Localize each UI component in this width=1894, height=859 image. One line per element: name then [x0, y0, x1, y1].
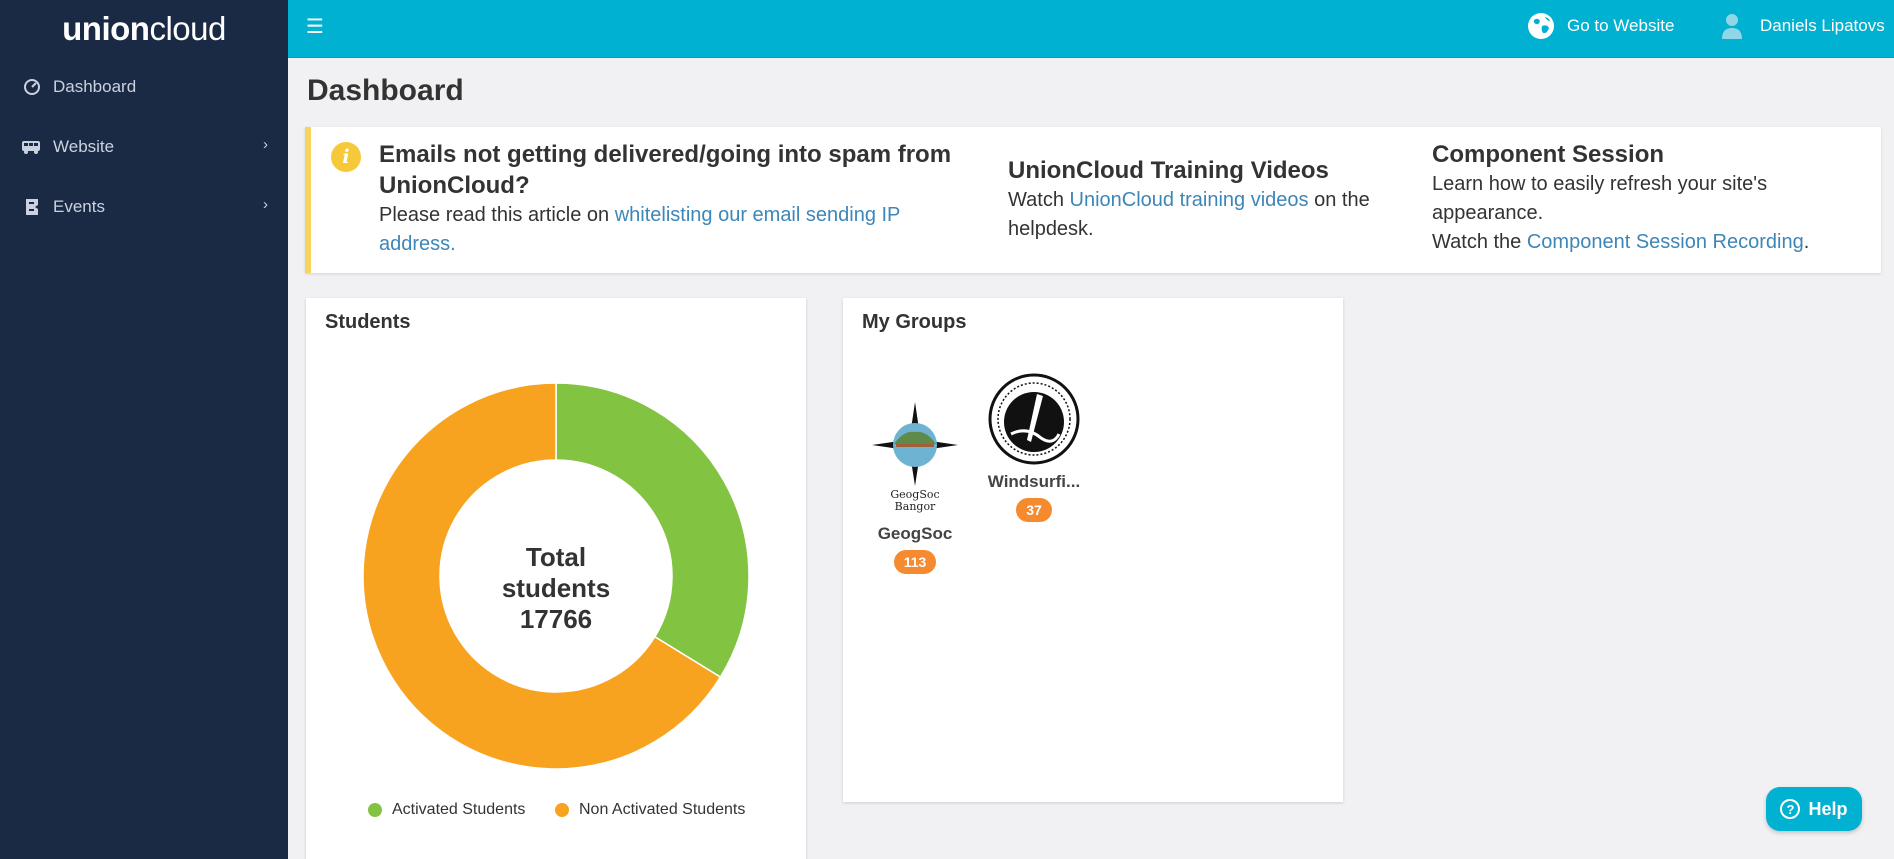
group-member-count-badge: 113 — [893, 550, 937, 574]
info-icon: i — [331, 142, 361, 172]
group-item-windsurfing[interactable]: Windsurfi... 37 — [984, 372, 1084, 522]
group-name: GeogSoc — [877, 524, 953, 543]
group-item-geogsoc[interactable]: GeogSoc Bangor GeogSoc 113 — [868, 398, 962, 574]
user-name: Daniels Lipatovs — [1760, 16, 1885, 35]
notice-email-text-before: Please read this article on — [379, 204, 615, 226]
user-menu[interactable]: Daniels Lipatovs — [1721, 6, 1885, 46]
events-ticket-icon — [20, 197, 44, 217]
geogsoc-logo-text2: Bangor — [895, 500, 936, 513]
notice-component-text-after: . — [1803, 231, 1810, 253]
legend-activated-label: Activated Students — [392, 801, 526, 818]
notice-email-text: Please read this article on whitelisting… — [379, 201, 959, 259]
my-groups-card-title: My Groups — [862, 311, 967, 333]
go-to-website-link[interactable]: Go to Website — [1527, 6, 1674, 46]
globe-icon — [1528, 13, 1554, 39]
chevron-right-icon: › — [263, 196, 268, 213]
sidebar-item-website[interactable]: Website › — [0, 127, 288, 167]
donut-center-line3: 17766 — [520, 604, 592, 634]
geogsoc-logo: GeogSoc Bangor — [872, 402, 958, 513]
group-name: Windsurfi... — [987, 472, 1081, 491]
notice-component-column: Component Session Learn how to easily re… — [1432, 139, 1872, 257]
top-bar: ☰ Go to Website Daniels Lipatovs — [288, 0, 1894, 58]
sidebar-item-events[interactable]: Events › — [0, 187, 288, 227]
notice-component-text: Learn how to easily refresh your site's … — [1432, 173, 1768, 224]
notice-email-title: Emails not getting delivered/going into … — [379, 141, 952, 199]
legend-non-activated-label: Non Activated Students — [579, 801, 746, 818]
group-member-count-badge: 37 — [1016, 498, 1052, 522]
donut-center-line2: students — [502, 573, 610, 603]
website-bus-icon — [20, 138, 44, 156]
notice-component-watch: Watch the Component Session Recording. — [1432, 228, 1872, 257]
help-button[interactable]: ? Help — [1766, 787, 1862, 831]
training-videos-link[interactable]: UnionCloud training videos — [1070, 189, 1309, 211]
go-to-website-label: Go to Website — [1567, 16, 1675, 35]
notice-training-text: Watch UnionCloud training videos on the … — [1008, 186, 1418, 244]
unioncloud-logo[interactable]: union cloud — [0, 0, 288, 58]
dashboard-gauge-icon — [20, 78, 44, 96]
help-question-icon: ? — [1780, 799, 1801, 819]
students-donut-chart: Total students 17766 — [362, 382, 750, 770]
donut-center-line1: Total — [526, 542, 586, 572]
notice-training-text-before: Watch — [1008, 189, 1070, 211]
notice-training-title: UnionCloud Training Videos — [1008, 157, 1329, 184]
logo-text-bold: union — [62, 10, 150, 47]
legend-non-activated[interactable]: Non Activated Students — [555, 801, 745, 819]
sidebar-item-label: Dashboard — [53, 77, 137, 96]
windsurfing-logo — [988, 373, 1080, 465]
sidebar-item-dashboard[interactable]: Dashboard — [0, 67, 288, 107]
legend-activated[interactable]: Activated Students — [368, 801, 525, 819]
legend-non-activated-dot — [555, 803, 569, 817]
help-label: Help — [1808, 798, 1848, 819]
page-title: Dashboard — [307, 74, 464, 107]
chevron-right-icon: › — [263, 136, 268, 153]
notice-component-title: Component Session — [1432, 141, 1665, 168]
sidebar: union cloud Dashboard Website › Events › — [0, 0, 288, 859]
notice-email-column: Emails not getting delivered/going into … — [379, 139, 959, 259]
logo-text-light: cloud — [149, 10, 226, 47]
notice-panel: i Emails not getting delivered/going int… — [305, 127, 1881, 273]
notice-component-text-before: Watch the — [1432, 231, 1527, 253]
sidebar-item-label: Events — [53, 197, 105, 216]
hamburger-menu-icon[interactable]: ☰ — [306, 14, 324, 39]
sidebar-item-label: Website — [53, 137, 115, 156]
notice-training-column: UnionCloud Training Videos Watch UnionCl… — [1008, 155, 1418, 244]
user-avatar-icon — [1722, 14, 1742, 39]
component-session-link[interactable]: Component Session Recording — [1527, 231, 1804, 253]
legend-activated-dot — [368, 803, 382, 817]
